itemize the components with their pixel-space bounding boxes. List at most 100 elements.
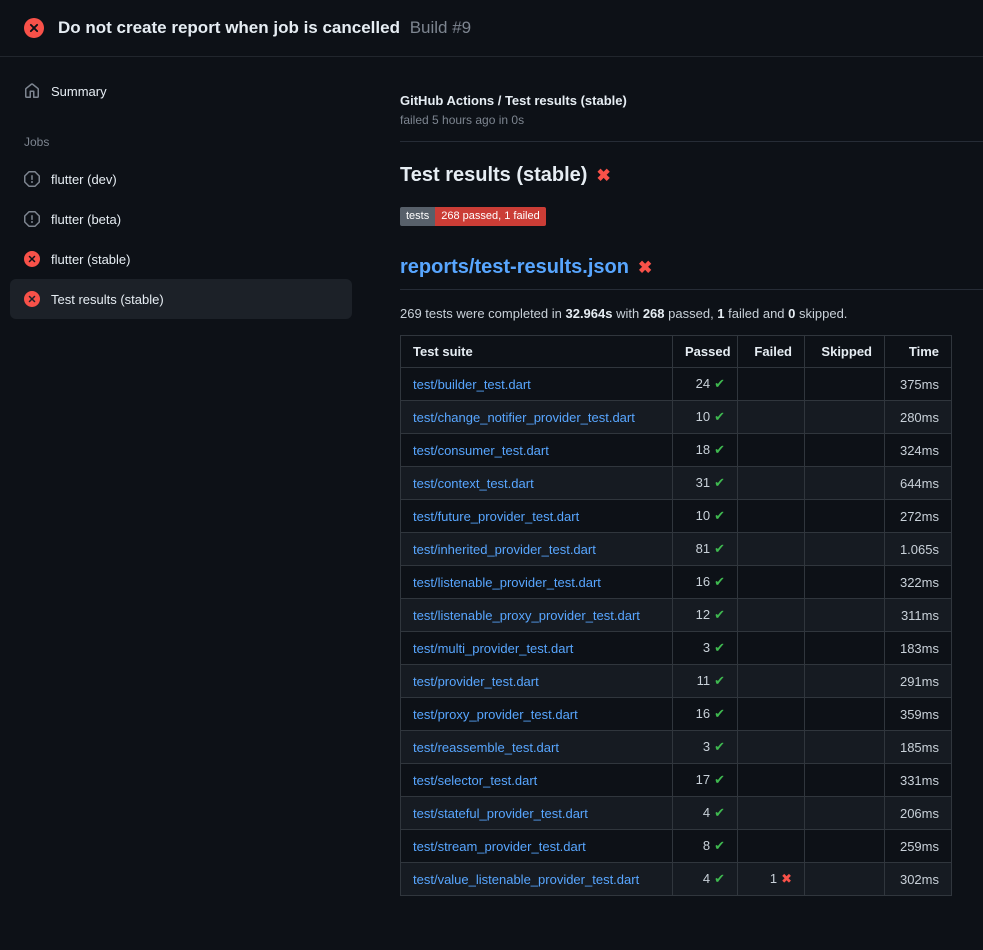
time-cell: 272ms — [885, 500, 952, 533]
failed-cell — [738, 698, 805, 731]
test-suite-link[interactable]: test/builder_test.dart — [413, 377, 531, 392]
sidebar: Summary Jobs flutter (dev) flutter (beta… — [0, 57, 362, 319]
failed-cell — [738, 599, 805, 632]
time-cell: 644ms — [885, 467, 952, 500]
sidebar-item-summary[interactable]: Summary — [10, 73, 352, 109]
section-title: Test results (stable) ✖ — [400, 164, 951, 187]
column-header-passed: Passed — [673, 336, 738, 368]
check-run-header: Do not create report when job is cancell… — [0, 0, 983, 57]
failed-cell — [738, 401, 805, 434]
skipped-cell — [805, 665, 885, 698]
failed-cell: 1✖ — [738, 863, 805, 896]
test-suite-link[interactable]: test/listenable_proxy_provider_test.dart — [413, 608, 640, 623]
test-suite-link[interactable]: test/stream_provider_test.dart — [413, 839, 586, 854]
skipped-cell — [805, 434, 885, 467]
table-row: test/context_test.dart 31✔ 644ms — [401, 467, 952, 500]
sidebar-item-flutter-stable[interactable]: flutter (stable) — [10, 239, 352, 279]
suite-cell: test/reassemble_test.dart — [401, 731, 673, 764]
check-icon: ✔ — [714, 409, 725, 424]
test-suite-link[interactable]: test/selector_test.dart — [413, 773, 537, 788]
skipped-cell — [805, 764, 885, 797]
check-icon: ✔ — [714, 508, 725, 523]
skipped-cell — [805, 698, 885, 731]
report-link[interactable]: reports/test-results.json — [400, 256, 629, 279]
test-suite-link[interactable]: test/multi_provider_test.dart — [413, 641, 573, 656]
badge-label: tests — [400, 207, 435, 226]
table-body: test/builder_test.dart 24✔ 375ms test/ch… — [401, 368, 952, 896]
column-header-time: Time — [885, 336, 952, 368]
table-header-row: Test suitePassedFailedSkippedTime — [401, 336, 952, 368]
table-row: test/value_listenable_provider_test.dart… — [401, 863, 952, 896]
main-content: GitHub Actions / Test results (stable) f… — [362, 57, 983, 920]
divider — [400, 141, 983, 142]
x-circle-icon — [24, 291, 40, 307]
passed-cell: 16✔ — [673, 698, 738, 731]
suite-cell: test/selector_test.dart — [401, 764, 673, 797]
check-icon: ✔ — [714, 574, 725, 589]
failed-count: 1 — [717, 306, 724, 321]
sidebar-item-test-results-stable[interactable]: Test results (stable) — [10, 279, 352, 319]
failed-cell — [738, 764, 805, 797]
time-cell: 311ms — [885, 599, 952, 632]
test-suite-link[interactable]: test/listenable_provider_test.dart — [413, 575, 601, 590]
suite-cell: test/multi_provider_test.dart — [401, 632, 673, 665]
time-cell: 206ms — [885, 797, 952, 830]
passed-cell: 11✔ — [673, 665, 738, 698]
x-mark-icon: ✖ — [638, 258, 652, 278]
skipped-cell — [805, 863, 885, 896]
passed-cell: 8✔ — [673, 830, 738, 863]
column-header-failed: Failed — [738, 336, 805, 368]
passed-cell: 12✔ — [673, 599, 738, 632]
skipped-cell — [805, 731, 885, 764]
check-icon: ✔ — [714, 871, 725, 886]
skipped-cell — [805, 797, 885, 830]
check-icon: ✔ — [714, 772, 725, 787]
table-row: test/multi_provider_test.dart 3✔ 183ms — [401, 632, 952, 665]
jobs-list: flutter (dev) flutter (beta) flutter (st… — [10, 159, 352, 319]
table-row: test/provider_test.dart 11✔ 291ms — [401, 665, 952, 698]
suite-cell: test/provider_test.dart — [401, 665, 673, 698]
time-cell: 291ms — [885, 665, 952, 698]
suite-cell: test/context_test.dart — [401, 467, 673, 500]
test-suite-link[interactable]: test/value_listenable_provider_test.dart — [413, 872, 639, 887]
tests-badge: tests 268 passed, 1 failed — [400, 207, 546, 226]
test-suite-link[interactable]: test/change_notifier_provider_test.dart — [413, 410, 635, 425]
time-cell: 302ms — [885, 863, 952, 896]
stop-icon — [24, 211, 40, 227]
test-suite-link[interactable]: test/future_provider_test.dart — [413, 509, 579, 524]
test-suite-link[interactable]: test/context_test.dart — [413, 476, 534, 491]
failed-x-circle-icon — [24, 18, 44, 38]
time-cell: 183ms — [885, 632, 952, 665]
time-cell: 322ms — [885, 566, 952, 599]
test-suite-link[interactable]: test/inherited_provider_test.dart — [413, 542, 596, 557]
skipped-cell — [805, 599, 885, 632]
check-icon: ✔ — [714, 640, 725, 655]
sidebar-item-flutter-dev[interactable]: flutter (dev) — [10, 159, 352, 199]
table-row: test/selector_test.dart 17✔ 331ms — [401, 764, 952, 797]
section-title-text: Test results (stable) — [400, 164, 587, 187]
test-suite-link[interactable]: test/stateful_provider_test.dart — [413, 806, 588, 821]
skipped-cell — [805, 830, 885, 863]
x-icon: ✖ — [781, 871, 792, 886]
passed-cell: 18✔ — [673, 434, 738, 467]
suite-cell: test/listenable_proxy_provider_test.dart — [401, 599, 673, 632]
failed-cell — [738, 632, 805, 665]
table-row: test/proxy_provider_test.dart 16✔ 359ms — [401, 698, 952, 731]
failed-cell — [738, 731, 805, 764]
passed-cell: 16✔ — [673, 566, 738, 599]
test-suite-link[interactable]: test/proxy_provider_test.dart — [413, 707, 578, 722]
column-header-skipped: Skipped — [805, 336, 885, 368]
sidebar-item-flutter-beta[interactable]: flutter (beta) — [10, 199, 352, 239]
check-icon: ✔ — [714, 805, 725, 820]
test-suite-link[interactable]: test/reassemble_test.dart — [413, 740, 559, 755]
check-icon: ✔ — [714, 541, 725, 556]
check-icon: ✔ — [714, 607, 725, 622]
time-cell: 259ms — [885, 830, 952, 863]
test-suite-link[interactable]: test/provider_test.dart — [413, 674, 539, 689]
job-label: flutter (stable) — [51, 252, 130, 267]
report-title: reports/test-results.json ✖ — [400, 256, 983, 290]
passed-cell: 81✔ — [673, 533, 738, 566]
table-row: test/stateful_provider_test.dart 4✔ 206m… — [401, 797, 952, 830]
check-icon: ✔ — [714, 838, 725, 853]
test-suite-link[interactable]: test/consumer_test.dart — [413, 443, 549, 458]
